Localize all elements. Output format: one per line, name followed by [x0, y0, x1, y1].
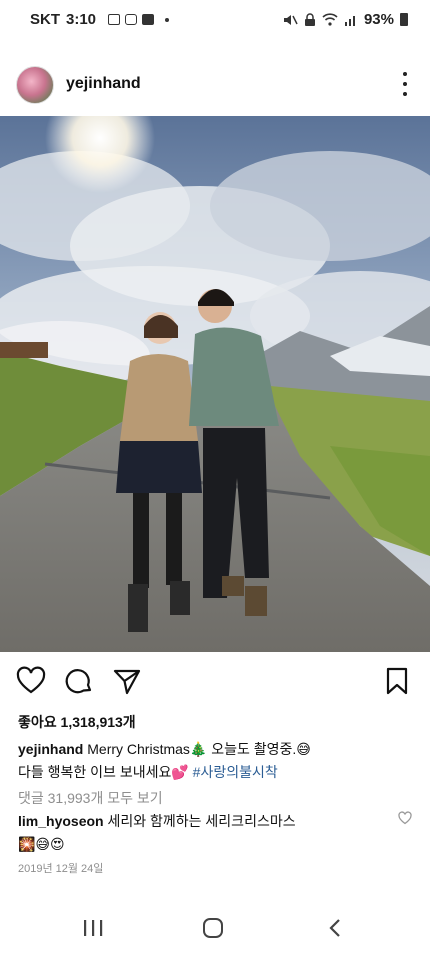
app-icon [142, 14, 155, 25]
battery-icon [400, 13, 408, 26]
caption-text-line2: 다들 행복한 이브 보내세요💕 [18, 764, 189, 780]
paper-plane-icon[interactable] [112, 666, 142, 696]
post-photo[interactable] [0, 116, 430, 652]
caption-text-line1: Merry Christmas🎄 오늘도 촬영중.😅 [87, 741, 311, 757]
heart-icon[interactable] [16, 666, 46, 696]
signal-icon [344, 16, 355, 26]
status-bar: SKT 3:10 93% [0, 0, 430, 34]
bookmark-icon[interactable] [382, 666, 412, 696]
gallery-icon [108, 14, 121, 25]
more-vertical-icon[interactable] [402, 72, 408, 96]
avatar[interactable] [16, 66, 54, 104]
caption-hashtag[interactable]: #사랑의불시착 [193, 764, 278, 780]
comment-like-icon[interactable] [398, 811, 412, 825]
instagram-icon [125, 14, 138, 25]
carrier-label: SKT [30, 11, 60, 28]
view-all-comments-link[interactable]: 댓글 31,993개 모두 보기 [18, 788, 163, 808]
post-username[interactable]: yejinhand [66, 75, 141, 93]
post-header: yejinhand [0, 62, 430, 108]
recent-apps-icon[interactable] [78, 916, 108, 940]
home-icon[interactable] [198, 916, 228, 940]
mute-icon [283, 14, 298, 25]
comment-bubble-icon[interactable] [64, 666, 94, 696]
comment-emojis: 🎇😅😍 [18, 836, 65, 852]
comment-text: 세리와 함께하는 세리크리스마스 [107, 813, 296, 829]
comment-item: lim_hyoseon 세리와 함께하는 세리크리스마스 🎇😅😍 [18, 810, 378, 856]
likes-count[interactable]: 좋아요 1,318,913개 [18, 712, 136, 732]
clock-label: 3:10 [66, 11, 97, 28]
notification-icons [108, 14, 170, 25]
more-notifications-icon [165, 17, 170, 22]
wifi-icon [322, 13, 338, 26]
post-actions [0, 666, 430, 700]
status-right: 93% [282, 11, 408, 28]
status-left: SKT 3:10 [30, 11, 170, 28]
lock-icon [304, 12, 315, 26]
caption-username[interactable]: yejinhand [18, 741, 83, 757]
post-caption: yejinhand Merry Christmas🎄 오늘도 촬영중.😅 다들 … [18, 738, 408, 784]
post-date: 2019년 12월 24일 [18, 863, 104, 875]
back-icon[interactable] [320, 916, 350, 940]
battery-percent: 93% [363, 11, 394, 28]
android-nav-bar [0, 900, 430, 956]
post-image [0, 116, 430, 652]
comment-username[interactable]: lim_hyoseon [18, 813, 104, 829]
